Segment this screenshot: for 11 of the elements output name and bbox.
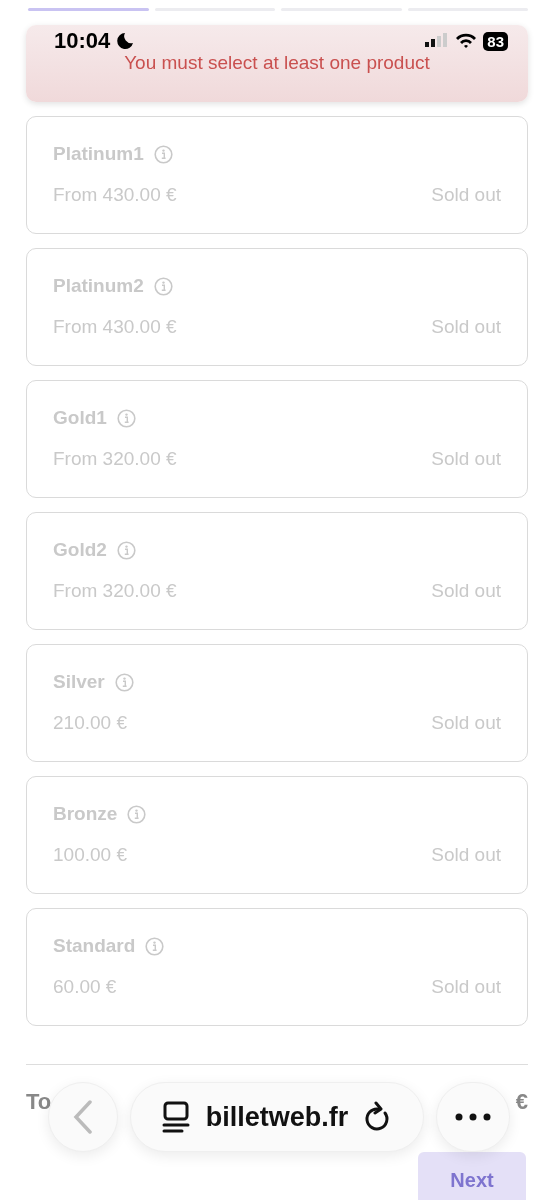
error-message: You must select at least one product — [124, 52, 430, 74]
wifi-icon — [455, 33, 478, 49]
moon-icon — [116, 32, 135, 50]
more-icon — [455, 1113, 491, 1121]
url-text: billetweb.fr — [205, 1101, 349, 1133]
total-value: € — [515, 1089, 528, 1115]
total-label: To — [26, 1089, 52, 1115]
page-menu-icon[interactable] — [161, 1101, 190, 1133]
status-time: 10:04 — [54, 28, 111, 54]
address-bar[interactable]: billetweb.fr — [130, 1082, 424, 1152]
signal-icon — [425, 33, 450, 49]
